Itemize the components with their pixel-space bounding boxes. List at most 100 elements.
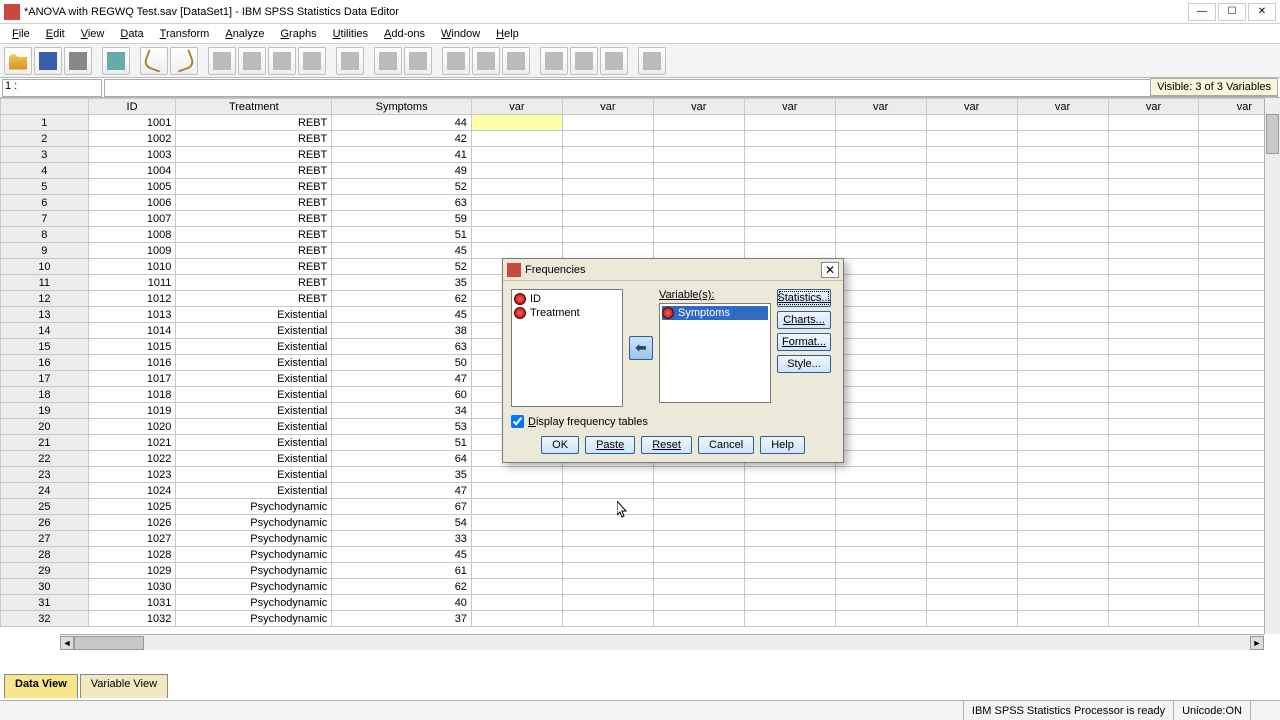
cell-empty[interactable] [744, 195, 835, 211]
cell-empty[interactable] [926, 131, 1017, 147]
table-row[interactable]: 241024Existential47 [1, 483, 1265, 499]
cell-empty[interactable] [835, 195, 926, 211]
cell-empty[interactable] [1199, 227, 1264, 243]
cell-empty[interactable] [1017, 435, 1108, 451]
cell-empty[interactable] [835, 515, 926, 531]
cell-id[interactable]: 1023 [88, 467, 176, 483]
cell-empty[interactable] [653, 595, 744, 611]
cell-id[interactable]: 1025 [88, 499, 176, 515]
cell-empty[interactable] [1199, 499, 1264, 515]
undo-button[interactable] [140, 47, 168, 75]
cell-id[interactable]: 1031 [88, 595, 176, 611]
cell-empty[interactable] [1108, 211, 1199, 227]
row-header[interactable]: 24 [1, 483, 89, 499]
cell-empty[interactable] [653, 243, 744, 259]
cell-treatment[interactable]: Psychodynamic [176, 515, 332, 531]
cell-empty[interactable] [471, 467, 562, 483]
cell-empty[interactable] [653, 499, 744, 515]
row-header[interactable]: 22 [1, 451, 89, 467]
cell-id[interactable]: 1002 [88, 131, 176, 147]
cell-empty[interactable] [653, 131, 744, 147]
cell-empty[interactable] [744, 547, 835, 563]
cell-symptoms[interactable]: 47 [332, 371, 472, 387]
cell-id[interactable]: 1019 [88, 403, 176, 419]
cell-empty[interactable] [835, 579, 926, 595]
cell-empty[interactable] [835, 499, 926, 515]
cell-empty[interactable] [835, 275, 926, 291]
cell-empty[interactable] [926, 435, 1017, 451]
cell-symptoms[interactable]: 63 [332, 339, 472, 355]
cell-id[interactable]: 1013 [88, 307, 176, 323]
cancel-button[interactable]: Cancel [698, 436, 754, 454]
cell-empty[interactable] [1199, 243, 1264, 259]
cell-empty[interactable] [926, 499, 1017, 515]
cell-treatment[interactable]: REBT [176, 291, 332, 307]
row-header[interactable]: 4 [1, 163, 89, 179]
corner-cell[interactable] [1, 99, 89, 115]
cell-empty[interactable] [653, 611, 744, 627]
cell-empty[interactable] [744, 211, 835, 227]
cell-empty[interactable] [562, 131, 653, 147]
cell-empty[interactable] [744, 243, 835, 259]
cell-empty[interactable] [1017, 563, 1108, 579]
cell-empty[interactable] [1017, 115, 1108, 131]
cell-empty[interactable] [926, 483, 1017, 499]
insert-variable-button[interactable] [404, 47, 432, 75]
cell-id[interactable]: 1004 [88, 163, 176, 179]
paste-button[interactable]: Paste [585, 436, 635, 454]
maximize-button[interactable]: ☐ [1218, 3, 1246, 21]
cell-empty[interactable] [1199, 259, 1264, 275]
cell-empty[interactable] [1017, 595, 1108, 611]
cell-empty[interactable] [835, 163, 926, 179]
cell-empty[interactable] [1017, 211, 1108, 227]
cell-empty[interactable] [562, 515, 653, 531]
cell-empty[interactable] [926, 403, 1017, 419]
statistics-button[interactable]: Statistics... [777, 289, 831, 307]
cell-empty[interactable] [1017, 579, 1108, 595]
cell-symptoms[interactable]: 63 [332, 195, 472, 211]
charts-button[interactable]: Charts... [777, 311, 831, 329]
cell-empty[interactable] [926, 275, 1017, 291]
cell-symptoms[interactable]: 51 [332, 227, 472, 243]
cell-empty[interactable] [1108, 323, 1199, 339]
cell-empty[interactable] [471, 227, 562, 243]
cell-empty[interactable] [1199, 307, 1264, 323]
cell-treatment[interactable]: Existential [176, 371, 332, 387]
table-row[interactable]: 291029Psychodynamic61 [1, 563, 1265, 579]
cell-empty[interactable] [653, 547, 744, 563]
cell-empty[interactable] [1017, 387, 1108, 403]
column-header[interactable]: var [1199, 99, 1264, 115]
cell-empty[interactable] [562, 147, 653, 163]
cell-empty[interactable] [653, 227, 744, 243]
cell-id[interactable]: 1028 [88, 547, 176, 563]
cell-empty[interactable] [1017, 275, 1108, 291]
cell-treatment[interactable]: Psychodynamic [176, 595, 332, 611]
cell-empty[interactable] [1017, 515, 1108, 531]
cell-empty[interactable] [471, 147, 562, 163]
cell-treatment[interactable]: Existential [176, 483, 332, 499]
cell-treatment[interactable]: REBT [176, 131, 332, 147]
row-header[interactable]: 21 [1, 435, 89, 451]
cell-empty[interactable] [1108, 147, 1199, 163]
cell-symptoms[interactable]: 45 [332, 243, 472, 259]
cell-empty[interactable] [835, 563, 926, 579]
cell-id[interactable]: 1009 [88, 243, 176, 259]
cell-empty[interactable] [1017, 531, 1108, 547]
cell-id[interactable]: 1021 [88, 435, 176, 451]
cell-id[interactable]: 1017 [88, 371, 176, 387]
cell-symptoms[interactable]: 60 [332, 387, 472, 403]
cell-empty[interactable] [471, 243, 562, 259]
cell-empty[interactable] [562, 611, 653, 627]
cell-empty[interactable] [1108, 307, 1199, 323]
cell-empty[interactable] [653, 211, 744, 227]
cell-empty[interactable] [562, 195, 653, 211]
row-header[interactable]: 27 [1, 531, 89, 547]
table-row[interactable]: 21002REBT42 [1, 131, 1265, 147]
column-header[interactable]: ID [88, 99, 176, 115]
cell-empty[interactable] [926, 179, 1017, 195]
cell-empty[interactable] [1199, 467, 1264, 483]
dialog-close-button[interactable]: ✕ [821, 262, 839, 278]
cell-empty[interactable] [1108, 451, 1199, 467]
cell-empty[interactable] [926, 195, 1017, 211]
cell-empty[interactable] [835, 451, 926, 467]
